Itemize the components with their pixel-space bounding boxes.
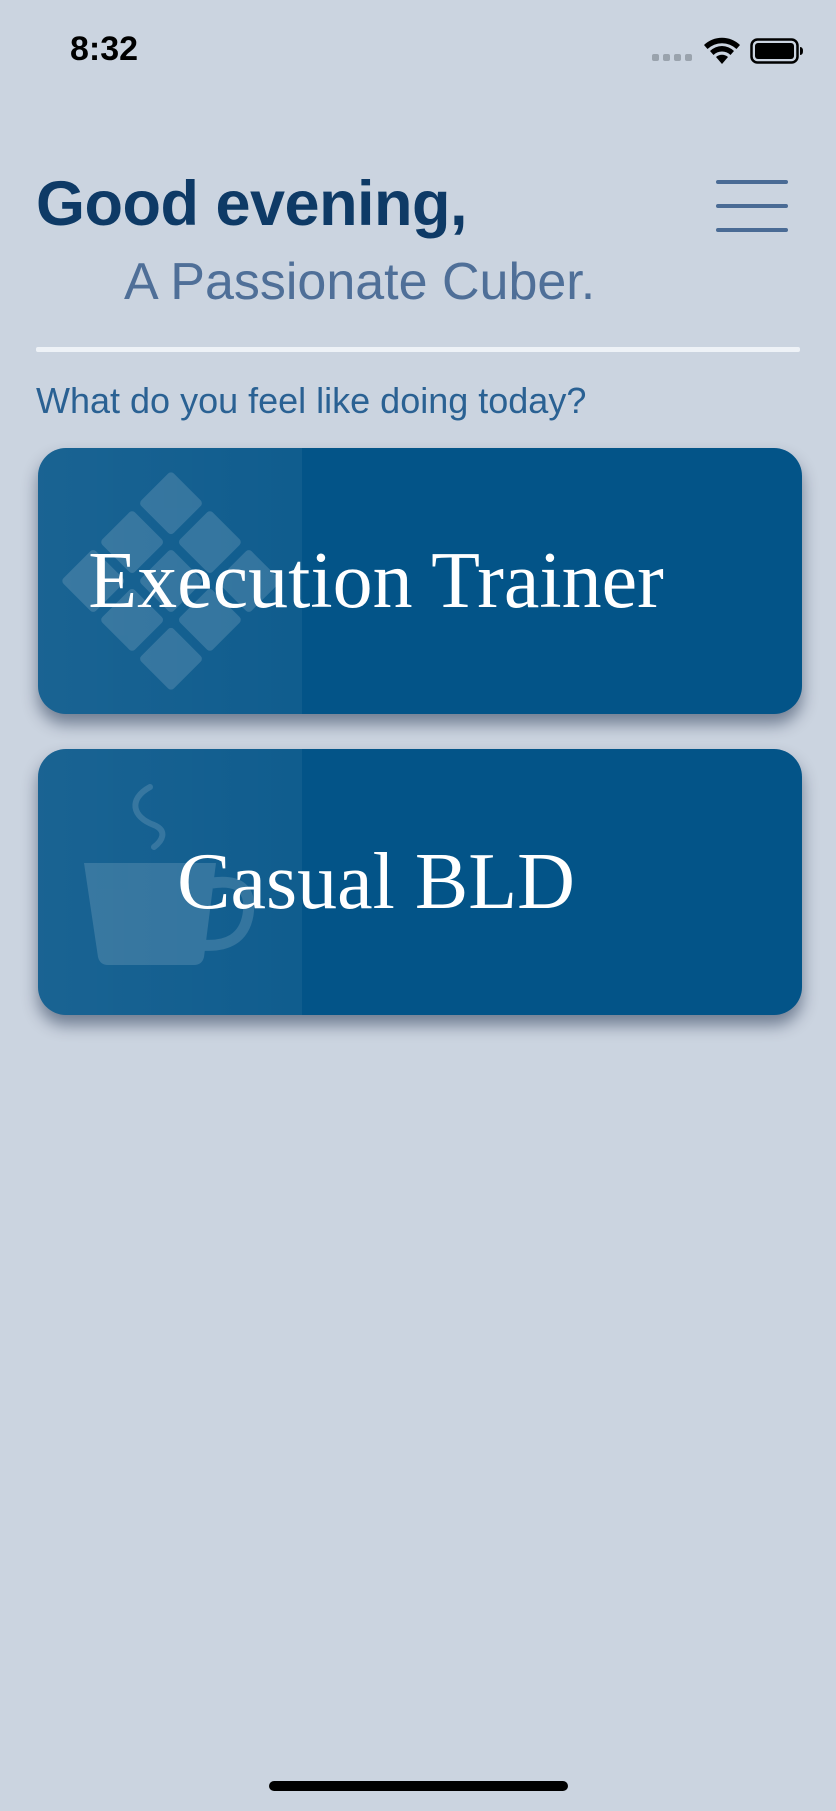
execution-trainer-button[interactable]: Execution Trainer: [38, 448, 802, 714]
divider: [36, 347, 800, 352]
cellular-signal-icon: [652, 54, 694, 64]
battery-icon: [750, 38, 803, 64]
home-indicator[interactable]: [269, 1781, 568, 1791]
prompt-text: What do you feel like doing today?: [36, 380, 587, 421]
user-name: A Passionate Cuber.: [124, 253, 596, 311]
card-label: Execution Trainer: [88, 536, 664, 625]
hamburger-menu-icon[interactable]: [712, 176, 788, 234]
card-label: Casual BLD: [177, 837, 575, 926]
casual-bld-button[interactable]: Casual BLD: [38, 749, 802, 1015]
greeting-title: Good evening,: [36, 169, 468, 239]
wifi-icon: [704, 37, 740, 64]
status-bar: 8:32: [0, 0, 836, 100]
status-time: 8:32: [70, 30, 139, 68]
